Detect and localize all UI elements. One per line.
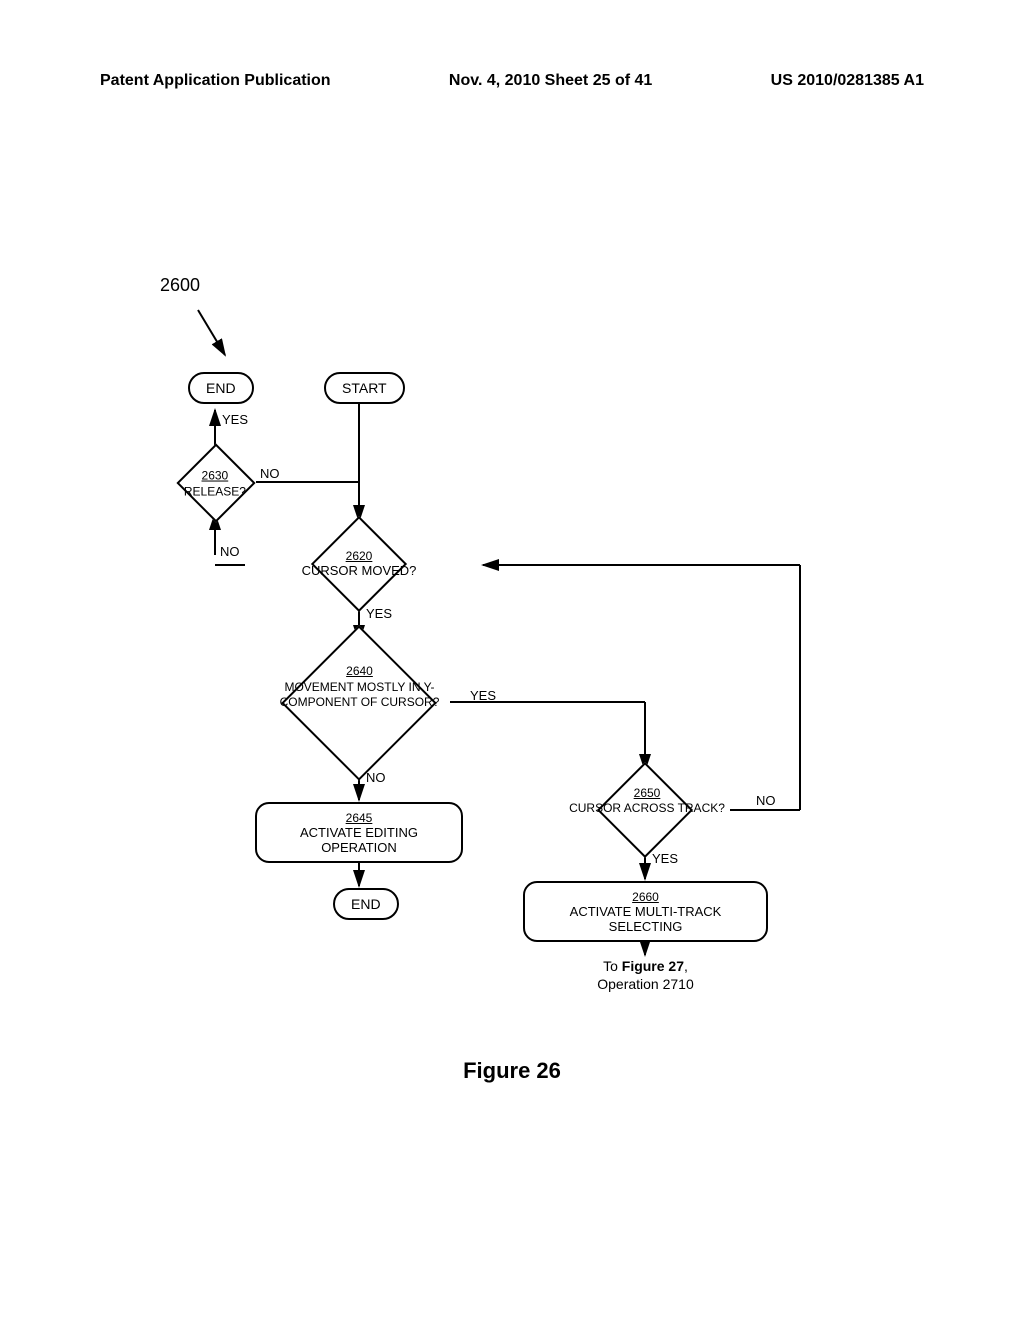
yes-label-3: YES [470,688,496,703]
editing-text: ACTIVATE EDITING OPERATION [300,825,418,855]
end1-label: END [206,380,236,396]
editing-process: 2645 ACTIVATE EDITING OPERATION [255,802,463,863]
end2-label: END [351,896,381,912]
multitrack-process: 2660 ACTIVATE MULTI-TRACK SELECTING [523,881,768,942]
editing-ref: 2645 [346,811,373,825]
yes-label-2: YES [366,606,392,621]
no-label-4: NO [756,793,776,808]
movement-ref: 2640 [346,664,373,680]
start-terminator: START [324,372,405,404]
release-text: RELEASE? [184,484,246,500]
end-terminator-2: END [333,888,399,920]
start-label: START [342,380,387,396]
movement-text: MOVEMENT MOSTLY IN Y-COMPONENT OF CURSOR… [280,680,440,710]
no-label-2: NO [220,544,240,559]
multitrack-ref: 2660 [632,890,659,904]
yes-label-4: YES [652,851,678,866]
movement-content: 2640 MOVEMENT MOSTLY IN Y-COMPONENT OF C… [262,664,457,711]
cursor-moved-ref: 2620 [346,549,373,563]
goto-reference: To Figure 27, Operation 2710 [588,957,703,993]
release-ref: 2630 [202,469,229,485]
flowchart-connectors [0,0,1024,1320]
cursor-moved-text: CURSOR MOVED? [302,563,417,578]
figure-caption: Figure 26 [0,1058,1024,1084]
cursor-moved-content: 2620 CURSOR MOVED? [248,548,470,578]
across-ref: 2650 [634,786,661,801]
end-terminator-1: END [188,372,254,404]
yes-label-1: YES [222,412,248,427]
multitrack-text: ACTIVATE MULTI-TRACK SELECTING [570,904,722,934]
no-label-1: NO [260,466,280,481]
across-text: CURSOR ACROSS TRACK? [569,801,725,815]
across-content: 2650 CURSOR ACROSS TRACK? [562,786,732,816]
no-label-3: NO [366,770,386,785]
goto-line2: Operation 2710 [597,976,694,992]
